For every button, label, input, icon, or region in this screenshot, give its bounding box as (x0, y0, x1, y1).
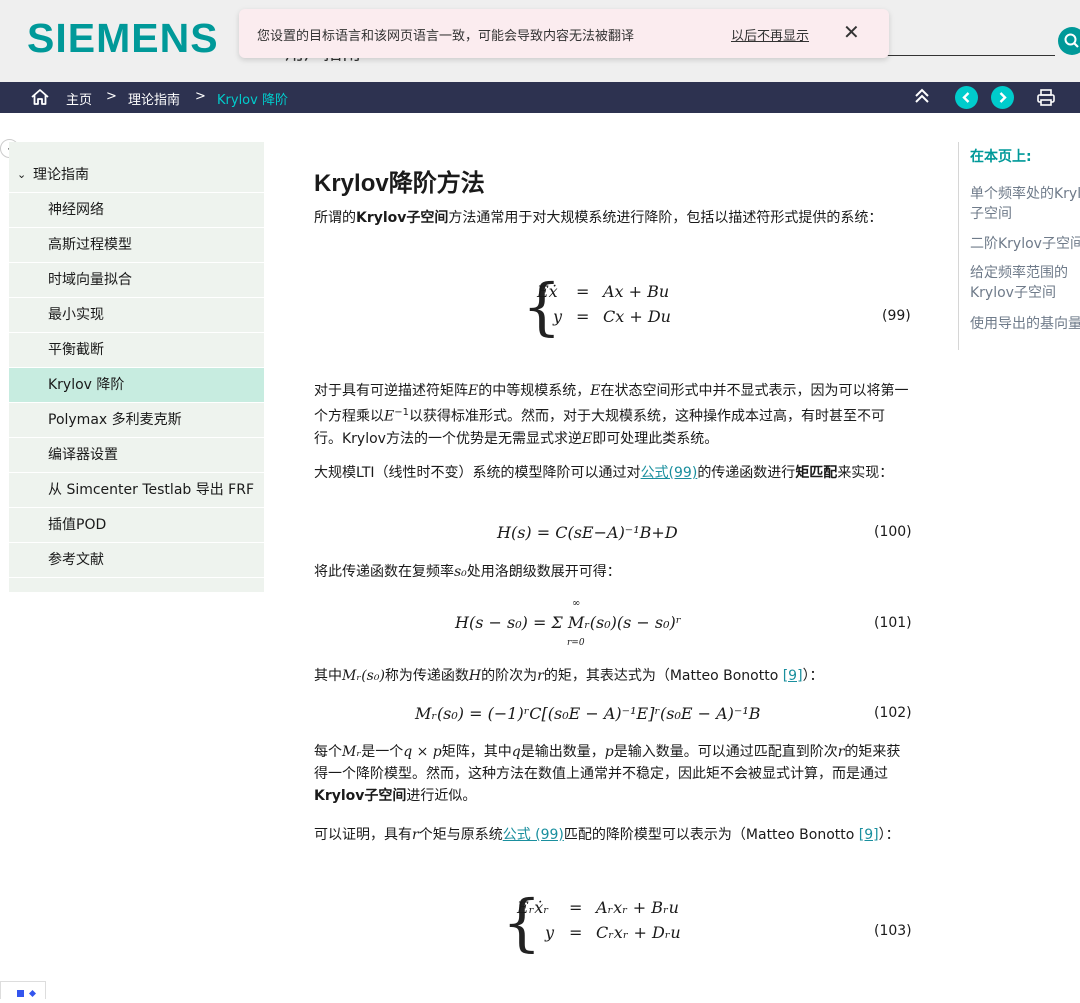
equation-103-line2-rhs: Cᵣxᵣ + Dᵣu (596, 923, 681, 942)
equation-103-line1-eq: = (569, 898, 583, 917)
toc-item[interactable]: 二阶Krylov子空间 (970, 234, 1080, 254)
toc-item[interactable]: 单个频率处的Krylov子空间 (970, 184, 1080, 224)
translate-notice-message: 您设置的目标语言和该网页语言一致，可能会导致内容无法被翻译 (257, 29, 635, 44)
paragraph-moment-matching: 大规模LTI（线性时不变）系统的模型降阶可以通过对公式(99)的传递函数进行矩匹… (314, 465, 894, 481)
equation-99-line1-rhs: Ax + Bu (603, 282, 670, 301)
close-icon[interactable]: ✕ (843, 20, 860, 44)
sidebar-item[interactable]: 神经网络 (9, 193, 264, 228)
equation-99-line1-eq: = (576, 282, 590, 301)
paragraph-laurent: 将此传递函数在复频率s₀处用洛朗级数展开可得： (314, 564, 621, 580)
equation-number: (101) (874, 615, 912, 631)
toc-title: 在本页上: (970, 149, 1032, 165)
equation-number: (99) (882, 308, 911, 324)
equation-103-line2-eq: = (569, 923, 583, 942)
paragraph-moments: 其中Mᵣ(s₀)称为传递函数H的阶次为r的矩，其表达式为（Matteo Bono… (314, 668, 824, 684)
floating-widget[interactable] (0, 981, 46, 999)
reference-9-link[interactable]: [9] (859, 827, 879, 843)
search-input[interactable] (885, 55, 1055, 56)
equation-103-line1-lhs: Eᵣẋᵣ (517, 898, 549, 917)
sidebar-item[interactable]: 插值POD (9, 508, 264, 543)
paragraph-descriptor: 对于具有可逆描述符矩阵E的中等规模系统，E在状态空间形式中并不显式表示，因为可以… (314, 383, 909, 447)
do-not-show-again-link[interactable]: 以后不再显示 (731, 25, 809, 44)
chevron-down-icon[interactable]: ⌄ (17, 158, 26, 192)
sidebar-item[interactable]: 从 Simcenter Testlab 导出 FRF (9, 473, 264, 508)
equation-102: Mᵣ(s₀) = (−1)ʳC[(s₀E − A)⁻¹E]ʳ(s₀E − A)⁻… (415, 704, 761, 723)
translate-notice: 您设置的目标语言和该网页语言一致，可能会导致内容无法被翻译 以后不再显示 ✕ (239, 9, 889, 58)
breadcrumb-theory-guide[interactable]: 理论指南 (128, 89, 180, 108)
breadcrumb-separator: > (106, 89, 117, 104)
sum-upper-limit: ∞ (572, 598, 581, 609)
equation-99-line2-lhs: y (553, 307, 563, 326)
toc-item[interactable]: 给定频率范围的Krylov子空间 (970, 263, 1080, 303)
sidebar-item[interactable]: 平衡截断 (9, 333, 264, 368)
breadcrumb-separator: > (195, 89, 206, 104)
previous-page-button[interactable] (955, 86, 978, 109)
equation-101: H(s − s₀) = Σ Mᵣ(s₀)(s − s₀)ʳ (455, 613, 682, 632)
equation-103-line1-rhs: Aᵣxᵣ + Bᵣu (596, 898, 679, 917)
equation-number: (102) (874, 705, 912, 721)
breadcrumb-current: Krylov 降阶 (217, 93, 288, 108)
equation-99-line2-rhs: Cx + Du (603, 307, 671, 326)
equation-99-link[interactable]: 公式 (99) (503, 827, 564, 843)
toc-item[interactable]: 使用导出的基向量 (970, 314, 1080, 334)
reference-9-link[interactable]: [9] (783, 668, 803, 684)
equation-99-link[interactable]: 公式(99) (641, 465, 698, 481)
equation-103-line2-lhs: y (545, 923, 555, 942)
print-icon[interactable] (1036, 88, 1056, 111)
equation-brace: { (502, 886, 542, 959)
paragraph-krylov-subspace: 每个Mᵣ是一个q × p矩阵，其中q是输出数量，p是输入数量。可以通过匹配直到阶… (314, 744, 901, 804)
sidebar-section-label: 理论指南 (33, 167, 89, 183)
equation-number: (100) (874, 524, 912, 540)
breadcrumb-home[interactable]: 主页 (66, 89, 92, 108)
intro-paragraph: 所谓的Krylov子空间方法通常用于对大规模系统进行降阶，包括以描述符形式提供的… (314, 210, 883, 226)
page-title: Krylov降阶方法 (314, 170, 485, 197)
search-icon[interactable] (1058, 27, 1080, 55)
equation-99-line2-eq: = (576, 307, 590, 326)
sidebar-item[interactable]: Polymax 多利麦克斯 (9, 403, 264, 438)
double-chevron-up-icon[interactable] (913, 86, 931, 110)
equation-99-line1-lhs: Eẋ (537, 282, 558, 301)
equation-100: H(s) = C(sE−A)⁻¹B+D (497, 523, 678, 542)
sidebar-item-active[interactable]: Krylov 降阶 (9, 368, 264, 403)
sidebar-item[interactable]: 参考文献 (9, 543, 264, 578)
sidebar-item[interactable]: 编译器设置 (9, 438, 264, 473)
sidebar-item[interactable]: 高斯过程模型 (9, 228, 264, 263)
sidebar-nav: ⌄ 理论指南 神经网络 高斯过程模型 时域向量拟合 最小实现 平衡截断 Kryl… (9, 142, 264, 592)
siemens-logo[interactable]: SIEMENS (27, 15, 219, 62)
sidebar-item[interactable]: 时域向量拟合 (9, 263, 264, 298)
breadcrumb-bar: 主页 > 理论指南 > Krylov 降阶 (0, 82, 1080, 113)
home-icon[interactable] (30, 88, 50, 110)
on-this-page-toc: 在本页上: 单个频率处的Krylov子空间 二阶Krylov子空间 给定频率范围… (958, 142, 1080, 350)
paragraph-reduced-model: 可以证明，具有r个矩与原系统公式 (99)匹配的降阶模型可以表示为（Matteo… (314, 827, 900, 843)
next-page-button[interactable] (991, 86, 1014, 109)
equation-number: (103) (874, 923, 912, 939)
sidebar-item[interactable]: 最小实现 (9, 298, 264, 333)
sum-lower-limit: r=0 (567, 638, 585, 648)
sidebar-section-theory-guide[interactable]: ⌄ 理论指南 (9, 158, 264, 193)
